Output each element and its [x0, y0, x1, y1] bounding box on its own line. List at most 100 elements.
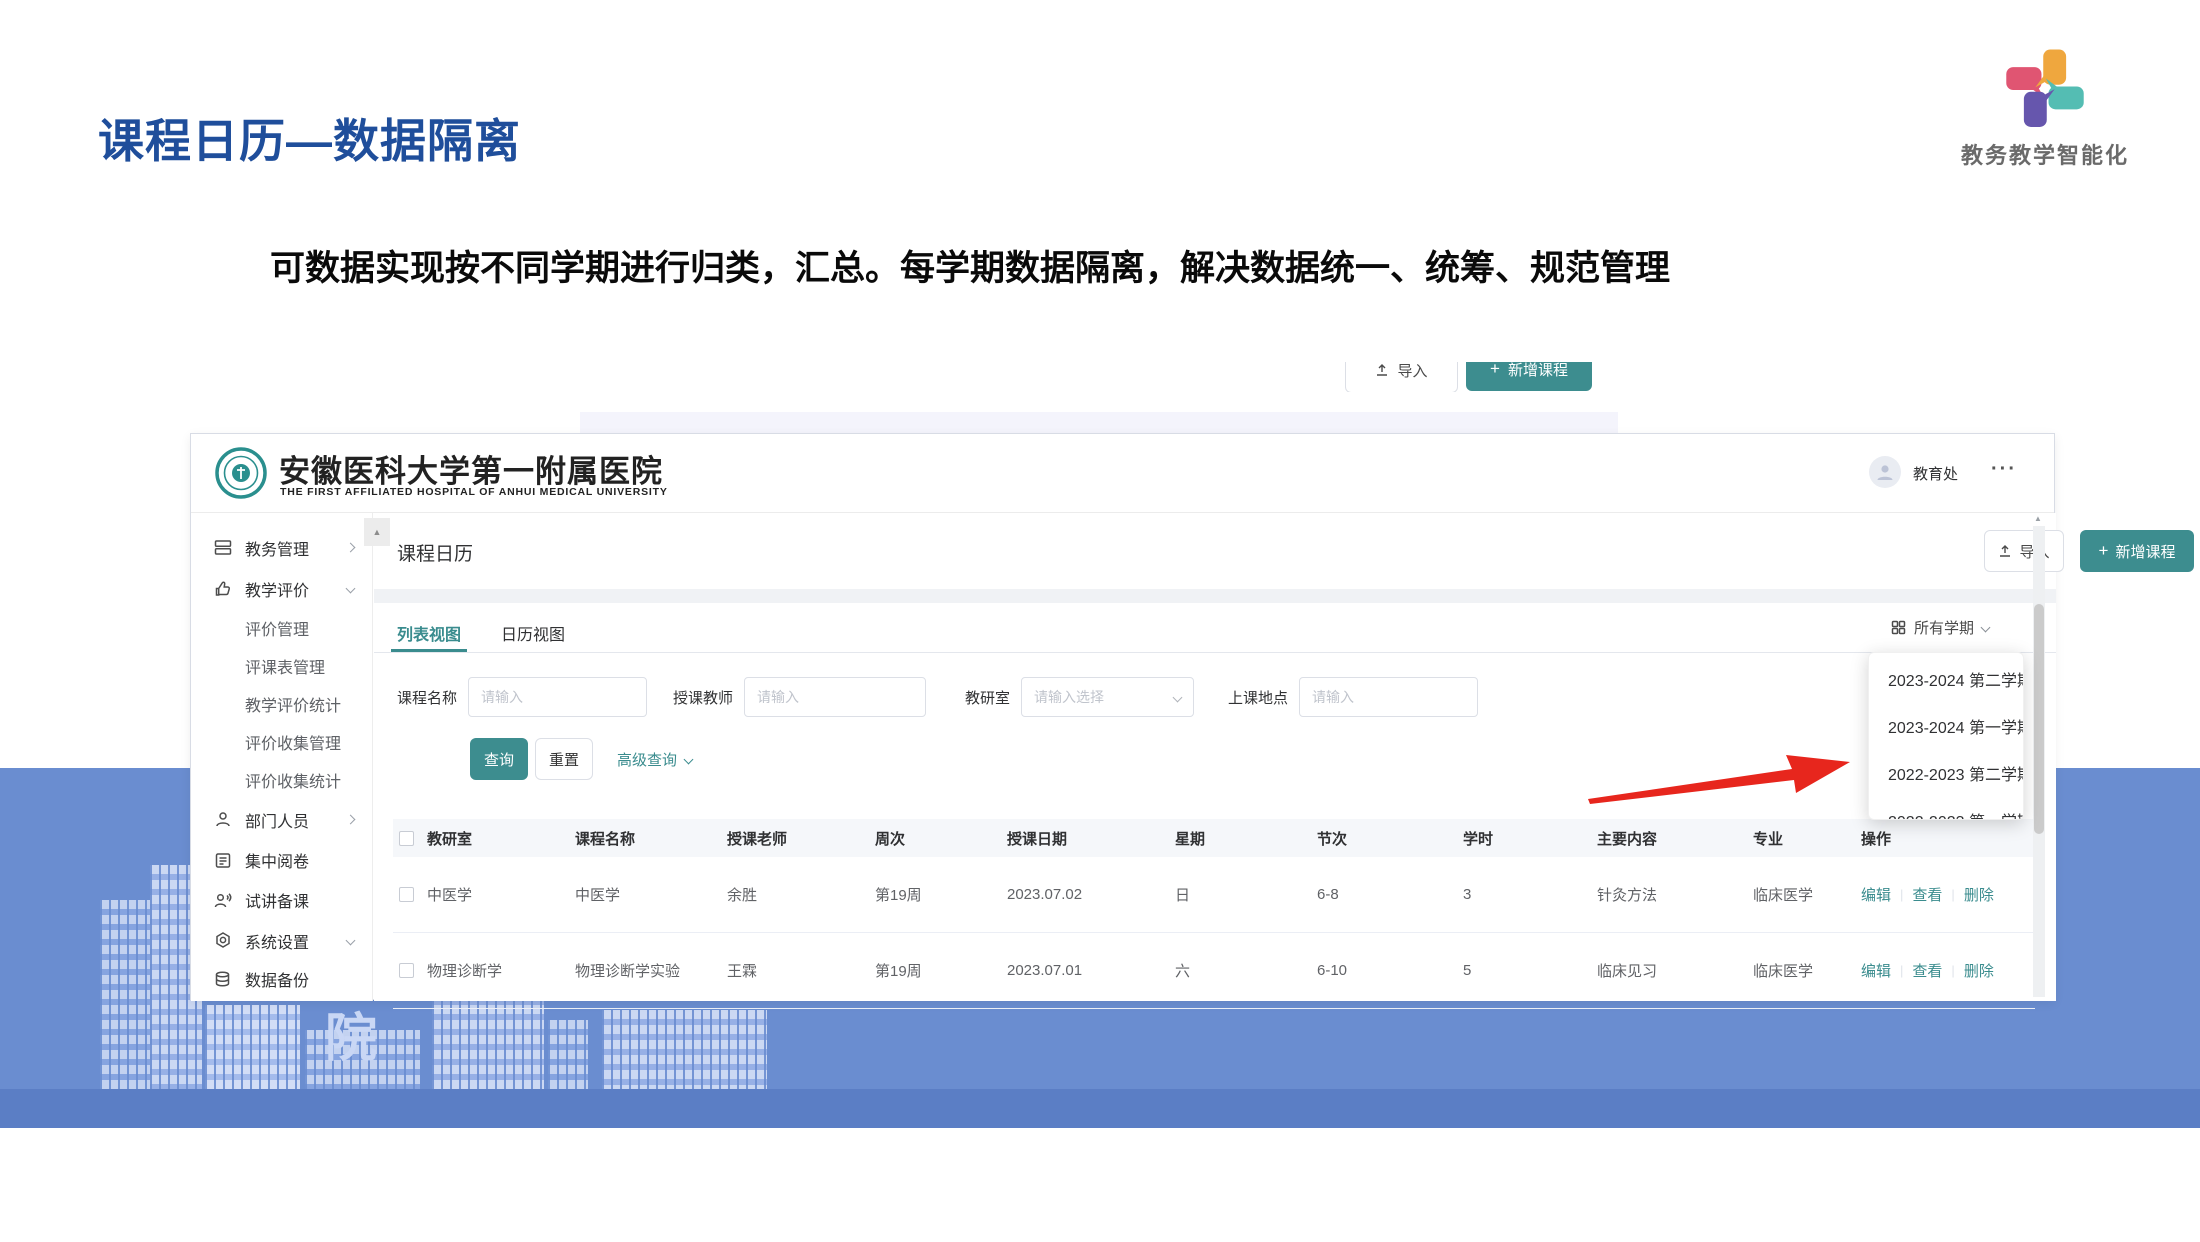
filter-field-3: 教研室请输入选择: [965, 677, 1194, 717]
semester-trigger-label: 所有学期: [1914, 617, 1974, 638]
cropped-toolbar-fragment: 导入 新增课程: [1345, 362, 1600, 392]
plus-icon: [1490, 362, 1500, 378]
sidebar-label: 评课表管理: [245, 654, 325, 678]
page-title-row: 课程日历 导入 新增课程: [374, 513, 2056, 589]
row-action-3[interactable]: 删除: [1964, 884, 1994, 905]
sidebar-subitem-pingjiaguanli[interactable]: 评价管理: [191, 609, 372, 647]
app-header: 安徽医科大学第一附属医院 THE FIRST AFFILIATED HOSPIT…: [191, 434, 2054, 513]
chevron-down-icon: [346, 584, 356, 594]
sidebar-label: 系统设置: [245, 929, 309, 953]
reset-button[interactable]: 重置: [535, 738, 593, 780]
avatar[interactable]: [1869, 456, 1901, 488]
sidebar-subitem-pingjiashoujitongji[interactable]: 评价收集统计: [191, 761, 372, 799]
sidebar-item-xitongshezhi[interactable]: 系统设置: [191, 920, 372, 961]
thumb-up-icon: [213, 579, 233, 598]
upload-icon: [1998, 544, 2012, 558]
semester-option[interactable]: 2022-2023 第二学期: [1869, 749, 2023, 796]
sidebar-item-bumenrenyuan[interactable]: 部门人员: [191, 799, 372, 840]
sidebar-label: 教学评价: [245, 577, 309, 601]
user-name: 教育处: [1913, 463, 1958, 484]
sidebar-collapse-button[interactable]: ▲: [364, 518, 390, 546]
row-action-1[interactable]: 编辑: [1861, 960, 1891, 981]
table-cell: 临床医学: [1753, 960, 1861, 981]
add-course-button[interactable]: 新增课程: [2080, 530, 2194, 572]
column-header: 教研室: [427, 828, 575, 849]
placeholder-text: 请输入: [757, 687, 799, 707]
import-button-cropped[interactable]: 导入: [1345, 362, 1458, 392]
filter-label: 上课地点: [1228, 687, 1288, 708]
slide-body-text: 可数据实现按不同学期进行归类，汇总。每学期数据隔离，解决数据统一、统筹、规范管理: [182, 244, 1782, 294]
table-cell: 临床医学: [1753, 884, 1861, 905]
column-header: 学时: [1463, 828, 1597, 849]
sidebar-subitem-jiaoxuepingjiatongji[interactable]: 教学评价统计: [191, 685, 372, 723]
table-cell: 6-8: [1317, 886, 1463, 903]
column-header: 专业: [1753, 828, 1861, 849]
table-header: 教研室课程名称授课老师周次授课日期星期节次学时主要内容专业操作: [393, 819, 2035, 857]
hospital-name-cn: 安徽医科大学第一附属医院: [279, 446, 663, 491]
advanced-query-link[interactable]: 高级查询: [617, 749, 692, 770]
user-icon: [1875, 462, 1895, 482]
row-action-2[interactable]: 查看: [1912, 960, 1942, 981]
row-checkbox[interactable]: [399, 887, 414, 902]
row-action-1[interactable]: 编辑: [1861, 884, 1891, 905]
table-cell: 第19周: [875, 960, 1007, 981]
column-header: 主要内容: [1597, 828, 1753, 849]
table-cell: 临床见习: [1597, 960, 1753, 981]
cropped-panel-fragment: [580, 412, 1618, 433]
table-cell: 物理诊断学实验: [575, 960, 727, 981]
sidebar-item-shujubeifen[interactable]: 数据备份: [191, 961, 372, 997]
chevron-down-icon: [1981, 623, 1991, 633]
building-graphic: [205, 1005, 300, 1089]
sidebar-subitem-pingjiashoujiguanli[interactable]: 评价收集管理: [191, 723, 372, 761]
query-button[interactable]: 查询: [470, 738, 528, 780]
row-action-3[interactable]: 删除: [1964, 960, 1994, 981]
semester-option[interactable]: 2023-2024 第一学期: [1869, 702, 2023, 749]
sidebar-item-jiaoxuepingjia[interactable]: 教学评价: [191, 568, 372, 609]
sidebar-label: 教务管理: [245, 536, 309, 560]
row-checkbox[interactable]: [399, 831, 414, 846]
filter-select[interactable]: 请输入选择: [1021, 677, 1194, 717]
table-cell: 六: [1175, 960, 1317, 981]
column-header: 节次: [1317, 828, 1463, 849]
row-actions: 编辑 | 查看 | 删除: [1861, 884, 2035, 905]
import-button[interactable]: 导入: [1984, 530, 2064, 572]
row-action-2[interactable]: 查看: [1912, 884, 1942, 905]
sidebar-subitem-pingkebiaoguanli[interactable]: 评课表管理: [191, 647, 372, 685]
more-menu[interactable]: ···: [1991, 458, 2017, 481]
sidebar-item-shijiangbeike[interactable]: 试讲备课: [191, 880, 372, 920]
tab-list-view[interactable]: 列表视图: [397, 621, 461, 645]
filter-input[interactable]: 请输入: [1299, 677, 1478, 717]
chevron-right-icon: [346, 543, 356, 553]
sidebar-item-jiaowuguanli[interactable]: 教务管理: [191, 527, 372, 568]
filter-input[interactable]: 请输入: [744, 677, 926, 717]
semester-option[interactable]: 2022-2023 第一学期: [1869, 796, 2023, 820]
add-course-label: 新增课程: [2115, 541, 2175, 562]
separator: |: [1900, 887, 1903, 902]
column-header: 操作: [1861, 828, 2035, 849]
semester-option[interactable]: 2023-2024 第二学期: [1869, 655, 2023, 702]
tab-calendar-view[interactable]: 日历视图: [501, 621, 565, 645]
brand-logo: 教务教学智能化: [1925, 46, 2165, 170]
table-cell: 王霖: [727, 960, 875, 981]
slide-root: 课程日历—数据隔离 教务教学智能化 可数据实现按不同学期进行归类，汇总。每学期数…: [0, 0, 2200, 1242]
table-cell: 第19周: [875, 884, 1007, 905]
chevron-down-icon: [684, 755, 694, 765]
table-cell: 2023.07.02: [1007, 886, 1175, 903]
sidebar-label: 集中阅卷: [245, 848, 309, 872]
row-checkbox[interactable]: [399, 963, 414, 978]
sidebar-item-jizhongyuejuan[interactable]: 集中阅卷: [191, 840, 372, 880]
column-header: 授课老师: [727, 828, 875, 849]
person-icon: [213, 810, 233, 829]
filter-input[interactable]: 请输入: [468, 677, 647, 717]
building-graphic: [548, 1020, 588, 1089]
page-title: 课程日历—数据隔离: [98, 105, 521, 171]
add-course-button-cropped[interactable]: 新增课程: [1466, 362, 1592, 391]
modules-icon: [213, 538, 233, 557]
plus-icon: [2099, 542, 2109, 560]
scroll-up-arrow[interactable]: ▲: [2034, 514, 2042, 523]
database-icon: [213, 970, 233, 989]
scrollbar-thumb[interactable]: [2034, 604, 2044, 834]
semester-filter-trigger[interactable]: 所有学期: [1891, 617, 1989, 638]
separator: |: [1951, 887, 1954, 902]
table-cell: 余胜: [727, 884, 875, 905]
